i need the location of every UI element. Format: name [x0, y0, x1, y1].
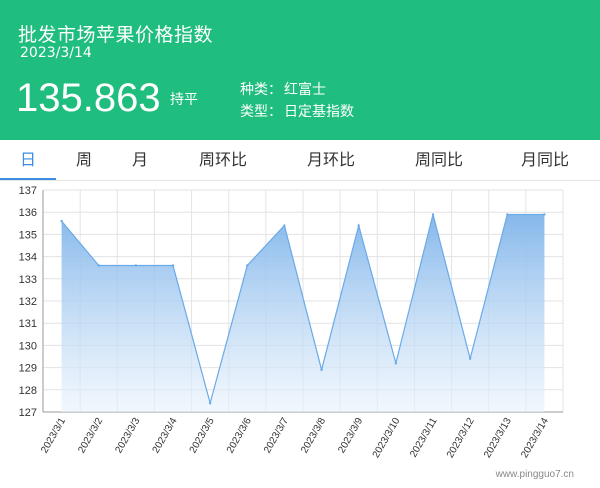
variety-info: 种类： 红富士 — [240, 79, 328, 99]
x-tick-label: 2023/3/5 — [188, 416, 217, 456]
y-tick-label: 127 — [19, 407, 37, 419]
x-tick-label: 2023/3/3 — [113, 416, 142, 456]
variety-label: 种类： — [240, 82, 282, 98]
y-tick-label: 131 — [19, 318, 37, 330]
data-point — [171, 264, 175, 267]
data-point — [543, 213, 546, 216]
x-tick-label: 2023/3/4 — [151, 416, 180, 456]
x-tick-label: 2023/3/14 — [519, 416, 551, 460]
type-value: 日定基指数 — [284, 104, 354, 120]
change-status: 持平 — [170, 92, 198, 108]
data-point — [134, 264, 138, 267]
period-tabs: 日 周 月 周环比 月环比 周同比 月同比 — [0, 140, 600, 181]
x-tick-label: 2023/3/7 — [262, 416, 291, 456]
y-tick-label: 128 — [19, 385, 37, 397]
data-point — [506, 213, 509, 216]
y-tick-label: 130 — [19, 340, 37, 352]
y-tick-label: 134 — [19, 252, 37, 264]
x-tick-label: 2023/3/12 — [445, 416, 477, 460]
y-tick-label: 137 — [19, 185, 37, 197]
x-tick-label: 2023/3/10 — [371, 416, 403, 460]
x-tick-label: 2023/3/6 — [225, 416, 254, 456]
data-point — [208, 401, 212, 405]
y-tick-label: 136 — [19, 207, 37, 219]
tab-week[interactable]: 周 — [64, 140, 104, 178]
data-point — [431, 213, 435, 216]
data-point — [246, 264, 249, 267]
x-tick-label: 2023/3/1 — [39, 416, 68, 456]
x-tick-label: 2023/3/2 — [76, 416, 105, 456]
data-point — [60, 219, 63, 223]
tab-week-over-week[interactable]: 周环比 — [188, 140, 258, 178]
y-tick-label: 135 — [19, 229, 37, 241]
x-axis: 2023/3/1 2023/3/2 2023/3/3 2023/3/4 2023/3/5… — [39, 411, 563, 460]
tab-week-year-over-year[interactable]: 周同比 — [404, 140, 474, 178]
x-tick-label: 2023/3/8 — [299, 416, 328, 456]
type-label: 类型： — [240, 104, 282, 120]
variety-value: 红富士 — [284, 82, 326, 98]
y-tick-label: 129 — [19, 363, 37, 375]
tab-month-year-over-year[interactable]: 月同比 — [510, 140, 580, 178]
tab-month[interactable]: 月 — [120, 140, 160, 178]
watermark: www.pingguo7.cn — [495, 469, 574, 480]
x-tick-label: 2023/3/9 — [336, 416, 365, 456]
y-tick-label: 132 — [19, 296, 37, 308]
tab-day[interactable]: 日 — [0, 140, 56, 180]
data-point — [394, 361, 398, 365]
tab-month-over-month[interactable]: 月环比 — [296, 140, 366, 178]
header: 批发市场苹果价格指数 2023/3/14 135.863 持平 种类： 红富士 类… — [0, 0, 600, 140]
x-tick-label: 2023/3/11 — [408, 416, 440, 460]
data-point — [357, 224, 360, 227]
data-point — [320, 368, 323, 372]
date-label: 2023/3/14 — [20, 45, 92, 61]
x-tick-label: 2023/3/13 — [482, 416, 514, 460]
price-index-chart: 127 128 129 130 131 132 133 134 135 136 137 2023/3… — [19, 185, 564, 460]
data-point — [468, 357, 472, 360]
data-point — [97, 264, 100, 267]
type-info: 类型： 日定基指数 — [240, 101, 356, 121]
price-value: 135.863 — [16, 76, 161, 120]
y-tick-label: 133 — [19, 274, 37, 286]
page-title: 批发市场苹果价格指数 — [18, 24, 214, 46]
data-point — [283, 224, 286, 227]
y-axis: 127 128 129 130 131 132 133 134 135 136 137 — [19, 185, 44, 419]
